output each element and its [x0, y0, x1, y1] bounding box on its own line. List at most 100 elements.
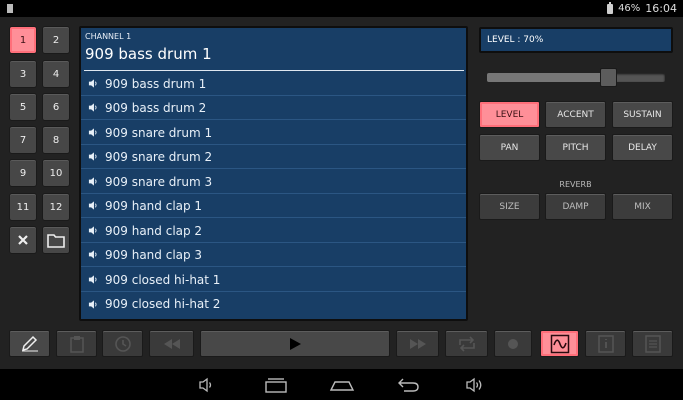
- home-button[interactable]: [328, 375, 356, 395]
- volume-up-button[interactable]: [463, 375, 487, 395]
- sound-list-panel: CHANNEL 1 909 bass drum 1 909 bass drum …: [79, 26, 468, 321]
- channel-button-10[interactable]: 10: [42, 159, 70, 187]
- rewind-button[interactable]: [149, 330, 194, 357]
- param-delay-button[interactable]: DELAY: [612, 134, 673, 161]
- navigation-bar: [0, 369, 683, 400]
- back-icon: [398, 378, 419, 392]
- status-right: 46% 16:04: [607, 1, 677, 15]
- sound-list-item[interactable]: 909 closed hi-hat 2: [81, 292, 466, 316]
- speaker-icon: [88, 177, 97, 186]
- channel-button-9[interactable]: 9: [9, 159, 37, 187]
- play-icon: [290, 337, 301, 350]
- open-folder-button[interactable]: [42, 226, 70, 254]
- level-slider-fill: [487, 73, 609, 82]
- selected-sound-title: 909 bass drum 1: [85, 45, 212, 63]
- recent-apps-button[interactable]: [262, 375, 290, 395]
- sound-name: 909 bass drum 2: [105, 100, 207, 115]
- sound-name: 909 bass drum 1: [105, 76, 207, 91]
- edit-button[interactable]: [9, 330, 50, 357]
- sound-list-item[interactable]: 909 snare drum 1: [81, 121, 466, 145]
- waveform-button[interactable]: [540, 330, 579, 357]
- volume-down-button[interactable]: [196, 375, 218, 395]
- clipboard-icon: [69, 335, 84, 353]
- level-display: LEVEL : 70%: [479, 27, 673, 53]
- settings-button[interactable]: [632, 330, 673, 357]
- channel-button-1[interactable]: 1: [9, 26, 37, 54]
- info-icon: [597, 334, 614, 353]
- close-icon: [18, 235, 28, 245]
- battery-level: 46%: [618, 3, 641, 14]
- speaker-icon: [88, 128, 97, 137]
- speaker-icon: [88, 275, 97, 284]
- delete-channel-button[interactable]: [9, 226, 37, 254]
- speaker-icon: [88, 152, 97, 161]
- speaker-icon: [88, 201, 97, 210]
- channel-button-2[interactable]: 2: [42, 26, 70, 54]
- back-button[interactable]: [394, 375, 422, 395]
- sound-name: 909 closed hi-hat 2: [105, 297, 221, 311]
- param-accent-button[interactable]: ACCENT: [545, 101, 606, 128]
- sound-list-item[interactable]: 909 bass drum 1: [81, 72, 466, 96]
- speaker-icon: [88, 226, 97, 235]
- channel-button-4[interactable]: 4: [42, 60, 70, 88]
- loop-button[interactable]: [445, 330, 488, 357]
- fast-forward-button[interactable]: [396, 330, 439, 357]
- fast-forward-icon: [409, 338, 426, 349]
- paste-button[interactable]: [56, 330, 97, 357]
- channel-button-8[interactable]: 8: [42, 126, 70, 154]
- record-button[interactable]: [494, 330, 532, 357]
- folder-icon: [47, 233, 65, 248]
- sound-list-item[interactable]: 909 snare drum 3: [81, 170, 466, 194]
- pencil-icon: [21, 335, 38, 351]
- sound-name: 909 snare drum 1: [105, 125, 213, 140]
- channel-button-11[interactable]: 11: [9, 193, 37, 221]
- header-divider: [84, 70, 464, 71]
- channel-button-5[interactable]: 5: [9, 93, 37, 121]
- sound-list-item[interactable]: 909 hand clap 3: [81, 243, 466, 267]
- reverb-size-button[interactable]: SIZE: [479, 193, 540, 220]
- sound-name: 909 hand clap 1: [105, 198, 203, 213]
- channel-button-7[interactable]: 7: [9, 126, 37, 154]
- channel-label: CHANNEL 1: [85, 32, 132, 41]
- speaker-icon: [88, 103, 97, 112]
- sound-name: 909 snare drum 2: [105, 149, 213, 164]
- play-button[interactable]: [200, 330, 390, 357]
- sound-list-item[interactable]: 909 hand clap 1: [81, 194, 466, 218]
- notification-icon: [7, 4, 13, 13]
- param-pan-button[interactable]: PAN: [479, 134, 540, 161]
- list-icon: [644, 334, 661, 353]
- channel-button-3[interactable]: 3: [9, 60, 37, 88]
- speaker-icon: [466, 377, 482, 393]
- reverb-damp-button[interactable]: DAMP: [545, 193, 606, 220]
- home-icon: [329, 381, 355, 391]
- sound-name: 909 hand clap 3: [105, 247, 203, 262]
- record-icon: [508, 338, 518, 349]
- loop-icon: [458, 335, 475, 352]
- speaker-icon: [88, 250, 97, 259]
- reverb-mix-button[interactable]: MIX: [612, 193, 673, 220]
- rewind-icon: [163, 338, 180, 349]
- sound-list-item[interactable]: 909 closed hi-hat 1: [81, 268, 466, 292]
- param-level-button[interactable]: LEVEL: [479, 101, 540, 128]
- sound-list-item[interactable]: 909 bass drum 2: [81, 96, 466, 120]
- reverb-label: REVERB: [559, 180, 592, 189]
- waveform-icon: [550, 334, 569, 353]
- sound-list-item[interactable]: 909 snare drum 2: [81, 145, 466, 169]
- sound-name: 909 closed hi-hat 1: [105, 272, 221, 287]
- speaker-icon: [88, 79, 97, 88]
- level-slider-thumb[interactable]: [599, 68, 617, 87]
- param-pitch-button[interactable]: PITCH: [545, 134, 606, 161]
- speaker-icon: [199, 377, 212, 393]
- history-button[interactable]: [102, 330, 143, 357]
- status-bar: 46% 16:04: [0, 0, 683, 17]
- battery-icon: [607, 1, 614, 14]
- sound-list-item[interactable]: 909 hand clap 2: [81, 219, 466, 243]
- sound-name: 909 hand clap 2: [105, 223, 203, 238]
- param-sustain-button[interactable]: SUSTAIN: [612, 101, 673, 128]
- channel-button-12[interactable]: 12: [42, 193, 70, 221]
- info-button[interactable]: [585, 330, 626, 357]
- speaker-icon: [88, 299, 97, 309]
- channel-button-6[interactable]: 6: [42, 93, 70, 121]
- clock-icon: [114, 335, 131, 352]
- clock: 16:04: [645, 2, 677, 15]
